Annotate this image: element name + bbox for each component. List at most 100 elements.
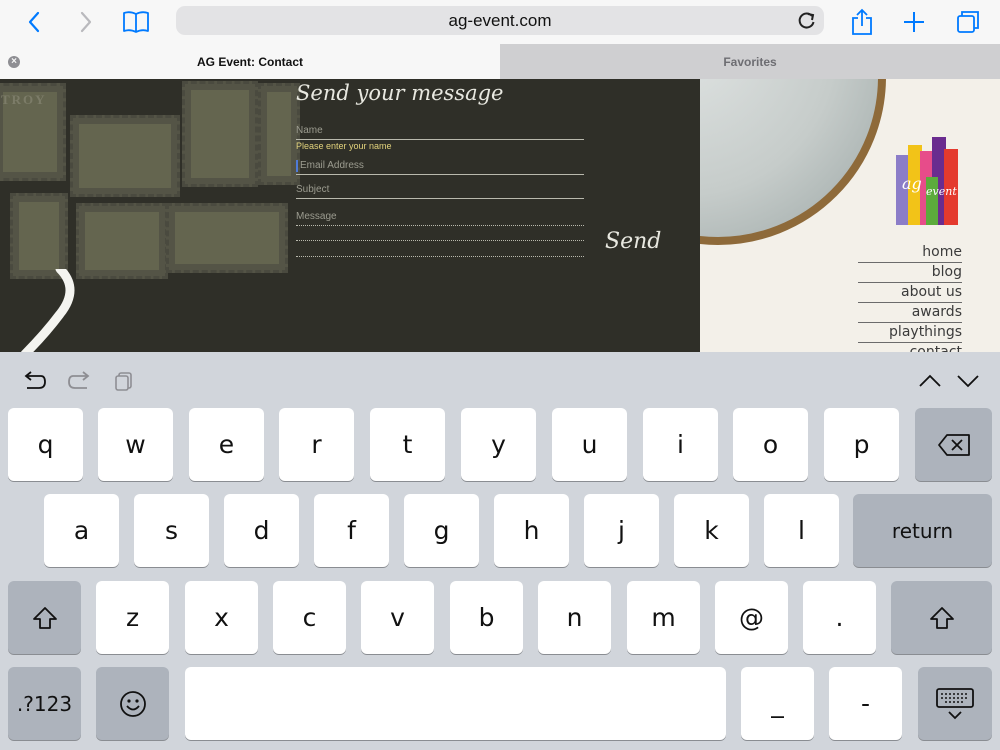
key-i[interactable]: i <box>643 408 718 481</box>
chevron-up-icon <box>919 374 941 387</box>
key-z[interactable]: z <box>96 581 169 654</box>
on-screen-keyboard: q w e r t y u i o p a s d f g h j k l re… <box>0 352 1000 750</box>
tab-ag-event[interactable]: × AG Event: Contact <box>0 44 500 79</box>
key-r[interactable]: r <box>279 408 354 481</box>
key-j[interactable]: j <box>584 494 659 567</box>
share-button[interactable] <box>846 6 878 38</box>
site-nav: home blog about us awards playthings con… <box>858 243 962 352</box>
stamp-image <box>70 115 180 197</box>
space-key[interactable] <box>185 667 726 740</box>
bookmarks-button[interactable] <box>120 6 152 38</box>
back-button[interactable] <box>18 6 50 38</box>
key-o[interactable]: o <box>733 408 808 481</box>
redo-button[interactable] <box>66 368 94 394</box>
key-q[interactable]: q <box>8 408 83 481</box>
stamp-image: TROY <box>0 83 66 181</box>
key-s[interactable]: s <box>134 494 209 567</box>
return-key[interactable]: return <box>853 494 992 567</box>
next-field-button[interactable] <box>954 368 982 394</box>
tabs-button[interactable] <box>952 6 984 38</box>
address-bar[interactable]: ag-event.com <box>176 6 824 35</box>
key-dash[interactable]: - <box>829 667 902 740</box>
chevron-right-icon <box>80 11 92 33</box>
key-d[interactable]: d <box>224 494 299 567</box>
key-l[interactable]: l <box>764 494 839 567</box>
key-p[interactable]: p <box>824 408 899 481</box>
field-underline <box>296 139 584 140</box>
hide-keyboard-key[interactable] <box>918 667 992 740</box>
web-content: TROY Send your message Name Please enter… <box>0 79 1000 352</box>
email-field[interactable]: Email Address <box>300 160 588 171</box>
tab-bar: × AG Event: Contact Favorites <box>0 44 1000 79</box>
form-title: Send your message <box>296 81 504 105</box>
key-e[interactable]: e <box>189 408 264 481</box>
share-icon <box>852 8 872 35</box>
key-n[interactable]: n <box>538 581 611 654</box>
nav-awards[interactable]: awards <box>858 303 962 323</box>
key-a[interactable]: a <box>44 494 119 567</box>
ag-event-logo[interactable]: ag event <box>896 137 964 229</box>
nav-about-us[interactable]: about us <box>858 283 962 303</box>
nav-home[interactable]: home <box>858 243 962 263</box>
shortcut-bar <box>0 352 1000 406</box>
key-period[interactable]: . <box>803 581 876 654</box>
key-g[interactable]: g <box>404 494 479 567</box>
stamp-image <box>10 193 68 279</box>
clipboard-icon <box>115 372 132 391</box>
shift-key-right[interactable] <box>891 581 992 654</box>
key-m[interactable]: m <box>627 581 700 654</box>
message-field[interactable]: Message <box>296 211 584 222</box>
tab-title: Favorites <box>723 54 777 69</box>
key-k[interactable]: k <box>674 494 749 567</box>
browser-toolbar: ag-event.com <box>0 0 1000 44</box>
key-t[interactable]: t <box>370 408 445 481</box>
emoji-key[interactable] <box>96 667 169 740</box>
shift-key-left[interactable] <box>8 581 81 654</box>
key-h[interactable]: h <box>494 494 569 567</box>
stamp-text: TROY <box>1 92 47 107</box>
field-underline <box>296 256 584 257</box>
tab-favorites[interactable]: Favorites <box>500 44 1000 79</box>
nav-contact[interactable]: contact <box>858 343 962 352</box>
book-icon <box>123 11 149 33</box>
backspace-key[interactable] <box>915 408 992 481</box>
nav-playthings[interactable]: playthings <box>858 323 962 343</box>
previous-field-button[interactable] <box>916 368 944 394</box>
field-underline <box>296 198 584 199</box>
undo-icon <box>24 371 46 389</box>
reload-icon <box>798 12 815 29</box>
undo-button[interactable] <box>20 368 48 394</box>
subject-field[interactable]: Subject <box>296 184 584 195</box>
key-underscore[interactable]: _ <box>741 667 814 740</box>
new-tab-button[interactable] <box>898 6 930 38</box>
tabs-icon <box>957 11 979 33</box>
paste-button[interactable] <box>110 368 138 394</box>
stamp-image <box>76 203 168 279</box>
forward-button[interactable] <box>70 6 102 38</box>
shift-icon <box>929 606 954 629</box>
key-c[interactable]: c <box>273 581 346 654</box>
stamp-image <box>182 81 258 187</box>
key-w[interactable]: w <box>98 408 173 481</box>
swoosh-graphic <box>20 269 75 352</box>
chevron-left-icon <box>28 11 40 33</box>
key-x[interactable]: x <box>185 581 258 654</box>
nav-blog[interactable]: blog <box>858 263 962 283</box>
send-button[interactable]: Send <box>605 229 661 254</box>
key-b[interactable]: b <box>450 581 523 654</box>
key-v[interactable]: v <box>361 581 434 654</box>
keyboard-dismiss-icon <box>936 687 974 719</box>
key-at[interactable]: @ <box>715 581 788 654</box>
reload-button[interactable] <box>796 10 818 32</box>
plus-icon <box>904 12 924 32</box>
shift-icon <box>32 606 57 629</box>
name-field[interactable]: Name <box>296 125 584 136</box>
close-tab-icon[interactable]: × <box>8 56 20 68</box>
key-y[interactable]: y <box>461 408 536 481</box>
numbers-key[interactable]: .?123 <box>8 667 81 740</box>
redo-icon <box>68 371 90 389</box>
url-text: ag-event.com <box>448 11 552 30</box>
key-f[interactable]: f <box>314 494 389 567</box>
stamp-image <box>258 83 300 185</box>
key-u[interactable]: u <box>552 408 627 481</box>
